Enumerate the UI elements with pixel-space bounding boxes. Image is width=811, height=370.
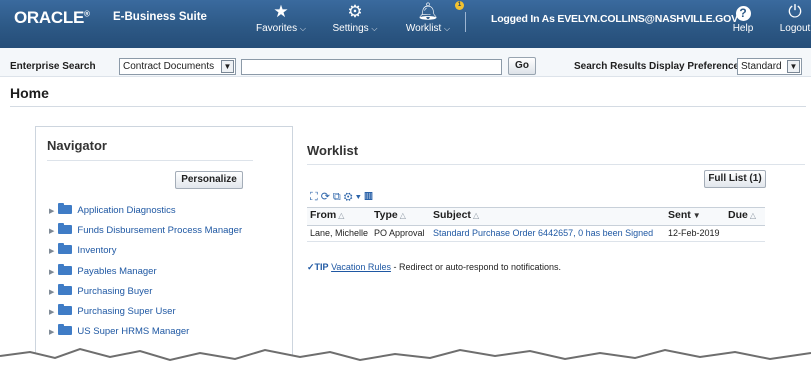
folder-icon [58, 203, 73, 214]
actions-gear-icon[interactable]: ⚙▾ [344, 191, 364, 203]
title-divider [10, 106, 806, 107]
power-icon: ⏻ [788, 2, 802, 21]
search-input[interactable] [241, 59, 502, 75]
star-icon: ★ [273, 2, 289, 21]
tip-check-icon: ✓ [307, 262, 315, 272]
display-preference-label: Search Results Display Preference [574, 61, 740, 72]
expand-icon: ▶ [49, 269, 55, 276]
expand-icon: ▶ [49, 309, 55, 316]
vacation-rules-link[interactable]: Vacation Rules [331, 262, 391, 272]
chevron-down-icon: ⌵ [299, 24, 306, 33]
row-subject-link[interactable]: Standard Purchase Order 6442657, 0 has b… [433, 228, 653, 238]
full-list-button[interactable]: Full List (1) [704, 170, 766, 188]
personalize-button[interactable]: Personalize [175, 171, 243, 189]
col-due[interactable]: Due △ [728, 209, 756, 221]
sort-icon: △ [338, 211, 345, 220]
settings-menu[interactable]: ⚙ Settings ⌵ [329, 2, 381, 34]
col-subject[interactable]: Subject △ [433, 209, 479, 221]
search-category-select[interactable]: Contract Documents ▼ [119, 58, 236, 75]
suite-name: E-Business Suite [113, 11, 207, 23]
col-type[interactable]: Type △ [374, 209, 406, 221]
grid-icon[interactable]: ▦ [364, 191, 376, 203]
vacation-rules-tip: ✓TIP Vacation Rules - Redirect or auto-r… [307, 262, 561, 273]
enterprise-search-label: Enterprise Search [10, 61, 96, 72]
bell-icon: 🔔︎ [417, 2, 439, 21]
oracle-logo: ORACLE® [14, 8, 90, 27]
nav-item-us-super-hrms-manager[interactable]: ▶ US Super HRMS Manager [49, 324, 189, 337]
row-sent: 12-Feb-2019 [668, 228, 720, 238]
header-divider [465, 12, 466, 32]
search-category-value: Contract Documents [123, 61, 215, 72]
worklist-divider [307, 164, 805, 165]
folder-icon [58, 324, 73, 335]
display-preference-select[interactable]: Standard ▼ [737, 58, 802, 75]
expand-icon: ▶ [49, 248, 55, 255]
help-button[interactable]: ? Help [729, 2, 757, 34]
chevron-down-icon: ▼ [787, 60, 800, 73]
sort-desc-icon: ▼ [692, 211, 701, 220]
favorites-menu[interactable]: ★ Favorites ⌵ [253, 2, 309, 34]
expand-icon: ▶ [49, 228, 55, 235]
folder-icon [58, 264, 73, 275]
tip-label: TIP [314, 262, 329, 272]
worklist-title: Worklist [307, 143, 359, 158]
nav-item-purchasing-super-user[interactable]: ▶ Purchasing Super User [49, 304, 176, 317]
expand-view-icon[interactable]: ⛶ [310, 191, 321, 203]
chevron-down-icon: ⌵ [444, 24, 451, 33]
tip-text: - Redirect or auto-respond to notificati… [390, 262, 562, 272]
sort-icon: △ [472, 211, 480, 220]
gear-icon: ⚙ [347, 2, 363, 21]
row-from: Lane, Michelle [310, 228, 369, 238]
favorites-label: Favorites [256, 23, 298, 34]
top-header: ORACLE® E-Business Suite ★ Favorites ⌵ ⚙… [0, 0, 811, 48]
refresh-icon[interactable]: ⟳ [321, 191, 333, 203]
help-label: Help [732, 23, 754, 34]
nav-item-funds-disbursement[interactable]: ▶ Funds Disbursement Process Manager [49, 223, 242, 236]
folder-icon [58, 304, 73, 315]
worklist-toolbar: ⛶⟳⧉⚙▾▦ [310, 190, 376, 204]
nav-item-purchasing-buyer[interactable]: ▶ Purchasing Buyer [49, 284, 152, 297]
chevron-down-icon: ⌵ [371, 24, 378, 33]
help-icon: ? [735, 6, 751, 21]
folder-icon [58, 243, 73, 254]
go-button[interactable]: Go [508, 57, 536, 75]
worklist-count-badge: 1 [455, 1, 464, 10]
navigator-title: Navigator [47, 138, 107, 153]
expand-icon: ▶ [49, 289, 55, 296]
sort-icon: △ [749, 211, 756, 220]
logged-in-user: Logged In As EVELYN.COLLINS@NASHVILLE.GO… [491, 13, 738, 25]
folder-icon [58, 223, 73, 234]
sort-icon: △ [399, 211, 406, 220]
chevron-down-icon: ▼ [221, 60, 234, 73]
expand-icon: ▶ [49, 208, 55, 215]
table-row-divider [307, 241, 765, 242]
folder-icon [58, 284, 73, 295]
logout-button[interactable]: ⏻ Logout [778, 2, 811, 34]
worklist-label: Worklist [405, 23, 442, 34]
expand-icon: ▶ [49, 329, 55, 336]
nav-item-payables-manager[interactable]: ▶ Payables Manager [49, 264, 157, 277]
logout-label: Logout [779, 23, 811, 34]
navigator-divider [47, 160, 253, 161]
settings-label: Settings [332, 23, 369, 34]
worklist-menu[interactable]: 🔔︎ Worklist ⌵ [400, 2, 456, 34]
nav-item-application-diagnostics[interactable]: ▶ Application Diagnostics [49, 203, 176, 216]
display-preference-value: Standard [741, 61, 782, 72]
torn-edge-decoration [0, 347, 811, 370]
detach-icon[interactable]: ⧉ [333, 191, 344, 203]
nav-item-inventory[interactable]: ▶ Inventory [49, 243, 116, 256]
page-title: Home [10, 85, 49, 101]
col-from[interactable]: From △ [310, 209, 344, 221]
row-type: PO Approval [374, 228, 425, 238]
col-sent[interactable]: Sent ▼ [668, 209, 701, 221]
